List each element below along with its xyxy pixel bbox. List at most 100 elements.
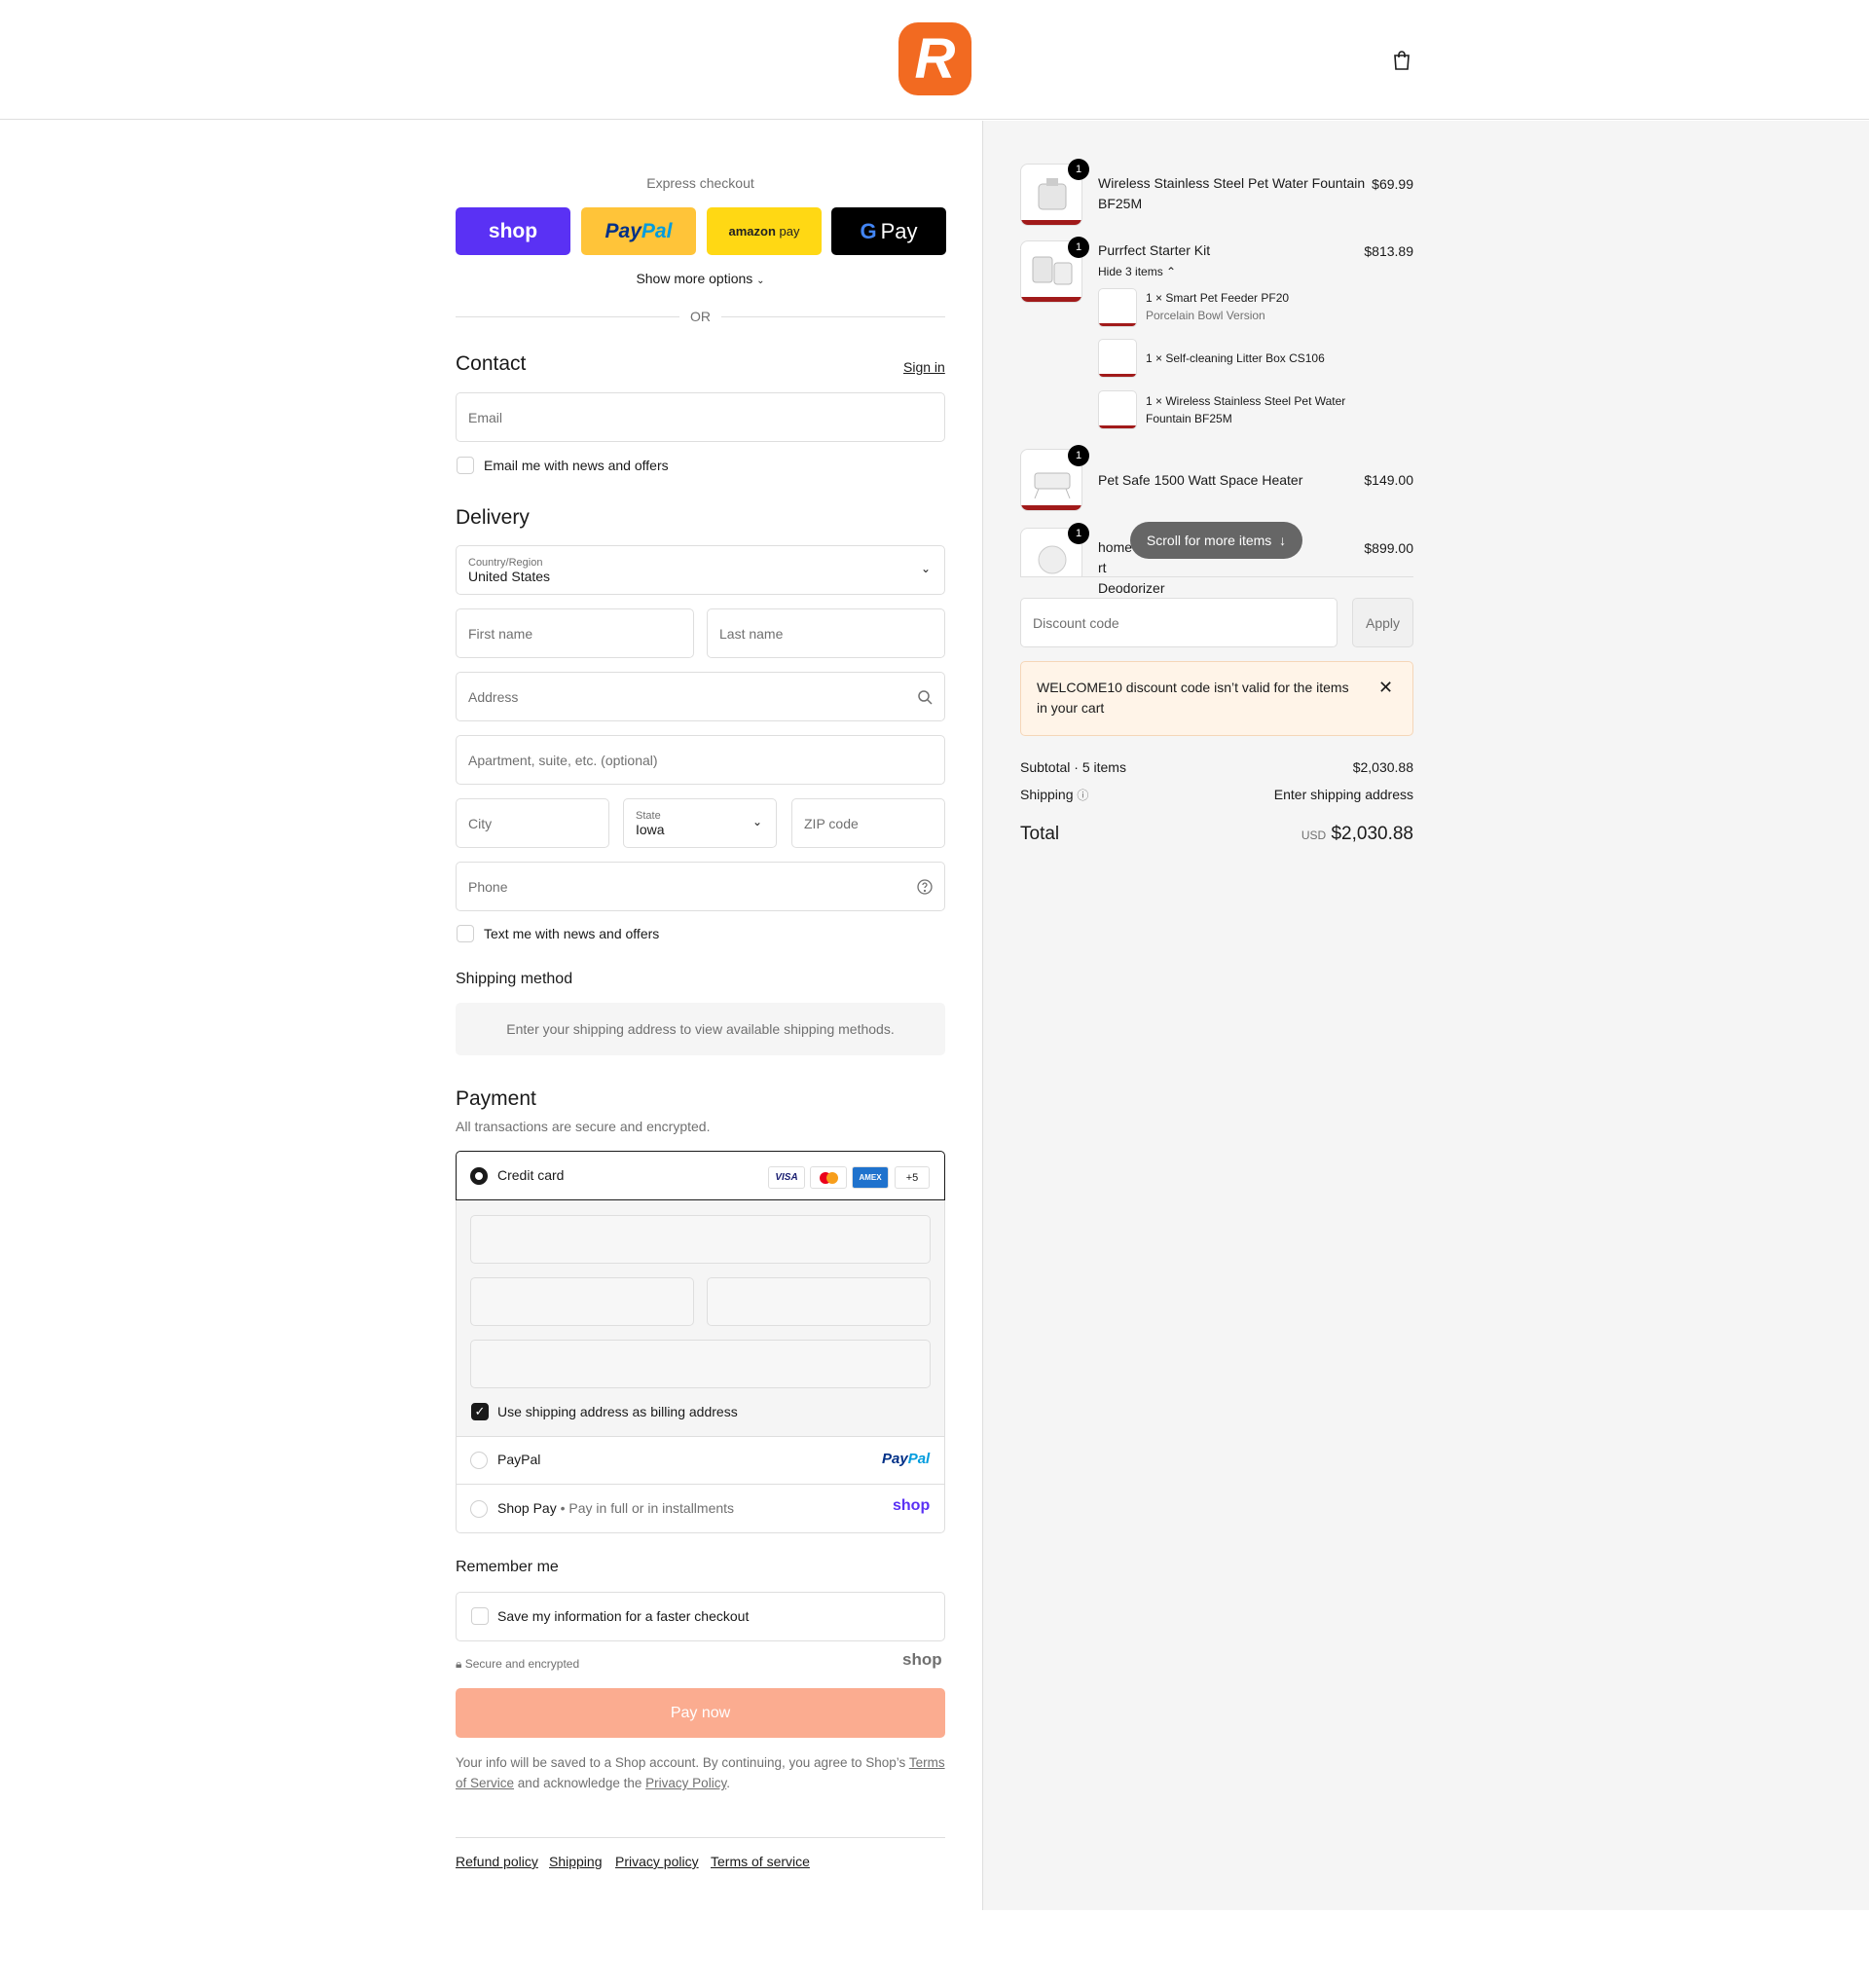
sign-in-link[interactable]: Sign in: [903, 359, 945, 375]
card-number-field[interactable]: [470, 1215, 931, 1264]
scroll-for-more-button[interactable]: Scroll for more items ↓: [1130, 522, 1302, 559]
delivery-title: Delivery: [456, 506, 530, 529]
payment-subtitle: All transactions are secure and encrypte…: [456, 1119, 711, 1134]
terms-of-service-footer-link[interactable]: Terms of service: [711, 1854, 810, 1869]
card-name-field[interactable]: [470, 1340, 931, 1388]
legal-text-3: .: [726, 1776, 730, 1790]
quantity-badge: 1: [1068, 523, 1089, 544]
paypal-radio[interactable]: [470, 1452, 488, 1469]
checkmark-icon: ✓: [474, 1404, 486, 1418]
card-security-code-field[interactable]: [707, 1277, 931, 1326]
last-name-placeholder: Last name: [719, 625, 784, 642]
item-title-line-1: Wireless Stainless Steel Pet Water Fount…: [1098, 175, 1366, 191]
item-title: Pet Safe 1500 Watt Space Heater: [1098, 472, 1303, 488]
privacy-policy-footer-link[interactable]: Privacy policy: [615, 1854, 699, 1869]
sub-item-line-2: Fountain BF25M: [1146, 412, 1232, 425]
amazon-pay-button[interactable]: amazon pay: [707, 207, 822, 255]
chevron-down-icon: ⌄: [920, 562, 931, 575]
item-title-start: home: [1098, 539, 1133, 555]
item-price: $149.00: [1364, 472, 1413, 488]
paypal-button[interactable]: Pay Pal: [581, 207, 696, 255]
help-icon[interactable]: [917, 879, 933, 895]
paypal-logo: PayPal: [882, 1451, 930, 1467]
close-icon[interactable]: ✕: [1378, 678, 1393, 698]
total-label: Total: [1020, 824, 1060, 844]
last-name-field[interactable]: Last name: [707, 608, 945, 658]
item-title-line-2: Deodorizer: [1098, 580, 1165, 596]
discount-code-field[interactable]: Discount code: [1020, 598, 1338, 647]
country-select[interactable]: Country/Region United States ⌄: [456, 545, 945, 595]
chevron-down-icon: ⌄: [756, 276, 765, 286]
chevron-down-icon: ⌄: [751, 815, 762, 828]
hide-items-toggle[interactable]: Hide 3 items ⌃: [1098, 265, 1176, 278]
paypal-label: PayPal: [497, 1452, 541, 1467]
total-amount: $2,030.88: [1331, 824, 1413, 844]
remember-me-title: Remember me: [456, 1559, 559, 1575]
item-title-end: rt: [1098, 560, 1107, 575]
show-more-options[interactable]: Show more options ⌄: [456, 271, 945, 286]
amex-icon: AMEX: [852, 1166, 889, 1189]
privacy-policy-link[interactable]: Privacy Policy: [645, 1776, 726, 1790]
billing-same-checkbox[interactable]: ✓: [471, 1403, 489, 1420]
save-info-checkbox[interactable]: [471, 1607, 489, 1625]
express-checkout-title: Express checkout: [646, 175, 754, 191]
store-logo[interactable]: R: [898, 22, 971, 95]
first-name-field[interactable]: First name: [456, 608, 694, 658]
phone-field[interactable]: Phone: [456, 862, 945, 911]
item-title: Purrfect Starter Kit: [1098, 242, 1211, 258]
state-select[interactable]: State Iowa ⌄: [623, 798, 777, 848]
email-placeholder: Email: [468, 409, 503, 425]
divider-right: [721, 316, 945, 317]
phone-placeholder: Phone: [468, 878, 508, 895]
card-expiry-field[interactable]: [470, 1277, 694, 1326]
paypal-logo-a: Pay: [882, 1451, 908, 1467]
city-field[interactable]: City: [456, 798, 609, 848]
google-pay-button[interactable]: G Pay: [831, 207, 946, 255]
header: R: [0, 0, 1869, 120]
zip-placeholder: ZIP code: [804, 815, 859, 831]
email-offers-checkbox[interactable]: [457, 457, 474, 474]
item-price: $813.89: [1364, 243, 1413, 259]
legal-text: Your info will be saved to a Shop accoun…: [456, 1752, 945, 1793]
credit-card-radio[interactable]: [470, 1167, 488, 1185]
amazon-label: amazon: [728, 224, 776, 239]
country-value: United States: [468, 568, 551, 584]
sub-item: 1 × Self-cleaning Litter Box CS106: [1146, 351, 1325, 365]
shop-pay-radio[interactable]: [470, 1500, 488, 1518]
legal-text-2: and acknowledge the: [517, 1776, 642, 1790]
discount-error-text: WELCOME10 discount code isn’t valid for …: [1037, 680, 1349, 716]
city-placeholder: City: [468, 815, 493, 831]
zip-field[interactable]: ZIP code: [791, 798, 945, 848]
paypal-label-b: Pal: [641, 219, 673, 242]
pay-now-button[interactable]: Pay now: [456, 1688, 945, 1738]
refund-policy-link[interactable]: Refund policy: [456, 1854, 538, 1869]
scroll-hint-label: Scroll for more items: [1146, 533, 1272, 548]
email-field[interactable]: Email: [456, 392, 945, 442]
address-field[interactable]: Address: [456, 672, 945, 721]
google-g-icon: G: [860, 218, 877, 243]
contact-title: Contact: [456, 352, 527, 375]
help-icon[interactable]: ⓘ: [1077, 789, 1088, 802]
paypal-logo-b: Pal: [907, 1451, 931, 1467]
billing-same-label: Use shipping address as billing address: [497, 1404, 738, 1419]
subtotal-value: $2,030.88: [1352, 759, 1413, 775]
search-icon: [918, 690, 933, 705]
shipping-policy-link[interactable]: Shipping: [549, 1854, 603, 1869]
shop-pay-button[interactable]: shop: [456, 207, 570, 255]
hide-items-label: Hide 3 items: [1098, 265, 1163, 278]
item-title: Wireless Stainless Steel Pet Water Fount…: [1098, 173, 1371, 214]
total-value: USD $2,030.88: [1219, 824, 1413, 845]
shipping-value: Enter shipping address: [1273, 787, 1413, 802]
sub-item-image: [1098, 339, 1137, 378]
sub-item: 1 × Smart Pet Feeder PF20 Porcelain Bowl …: [1146, 289, 1289, 324]
item-price: $69.99: [1372, 176, 1413, 192]
sub-item-image: [1098, 288, 1137, 327]
address-placeholder: Address: [468, 688, 519, 705]
shopping-bag-icon[interactable]: [1390, 49, 1413, 72]
text-offers-checkbox[interactable]: [457, 925, 474, 942]
currency-code: USD: [1301, 828, 1327, 842]
apply-discount-button[interactable]: Apply: [1352, 598, 1413, 647]
apartment-field[interactable]: Apartment, suite, etc. (optional): [456, 735, 945, 785]
shop-pay-name: Shop Pay: [497, 1500, 557, 1516]
shipping-label-text: Shipping: [1020, 787, 1074, 802]
